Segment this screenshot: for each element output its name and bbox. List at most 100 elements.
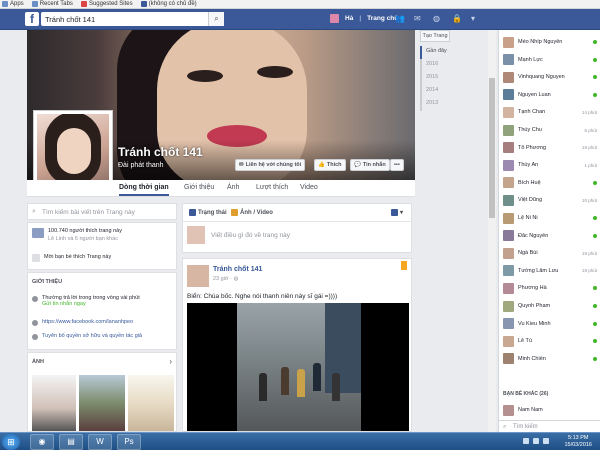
chat-contact[interactable]: Lê Tú [503, 333, 597, 349]
bookmark-recent-tabs[interactable]: Recent Tabs [31, 1, 73, 7]
bookmark-apps[interactable]: Apps [2, 1, 24, 7]
chat-contact[interactable]: Minh Chiến [503, 351, 597, 367]
lock-icon[interactable]: 🔒 [452, 14, 462, 23]
chat-contact[interactable]: Tường Lâm Lưu 19 phút [503, 263, 597, 279]
likes-summary[interactable]: 100.740 người thích trang này Lê Linh và … [32, 228, 122, 242]
like-button[interactable]: 👍 Thích [314, 159, 346, 171]
page-category[interactable]: Đài phát thanh [118, 162, 164, 169]
avatar [391, 209, 398, 216]
year-2014[interactable]: 2014 [420, 85, 482, 98]
website-link[interactable]: https://www.facebook.com/lananhpeo [42, 319, 133, 326]
chat-contact[interactable]: Tô Phương 19 phút [503, 140, 597, 156]
messages-icon[interactable]: ✉ [414, 14, 423, 23]
invite-friends[interactable]: Mời bạn bè thích Trang này [32, 254, 111, 262]
contact-us-button[interactable]: ✉ Liên hệ với chúng tôi [235, 159, 306, 171]
chevron-right-icon[interactable]: › [169, 357, 172, 366]
chrome-icon[interactable]: ◉ [30, 434, 54, 450]
bookmark-facebook[interactable]: (không có chủ đề) [140, 1, 197, 7]
globe-icon[interactable]: ◍ [433, 14, 442, 23]
search-icon[interactable]: ⌕ [208, 12, 224, 26]
tab-videos[interactable]: Video [300, 184, 318, 191]
chat-contact[interactable]: Lệ Ni Ni [503, 210, 597, 226]
info-icon [32, 334, 38, 340]
photo-thumbnail[interactable] [79, 375, 125, 431]
ownership-link[interactable]: Tuyên bố quyền sở hữu và quyền tác giả [42, 333, 142, 340]
chat-contact[interactable]: Tạnh Chan 14 phút [503, 104, 597, 120]
facebook-logo-icon[interactable]: f [25, 12, 39, 26]
chat-contact[interactable]: Quynh Pham [503, 298, 597, 314]
friend-requests-icon[interactable]: 👥 [395, 14, 405, 23]
avatar [503, 318, 514, 330]
post-author[interactable]: Tránh chốt 141 [213, 266, 262, 273]
contact-name: Đắc Nguyễn [518, 232, 549, 239]
tray-icon[interactable] [523, 438, 529, 444]
chat-contact[interactable]: Đắc Nguyễn [503, 228, 597, 244]
photo-thumbnail[interactable] [32, 375, 76, 431]
chat-contact[interactable]: Bích Huệ [503, 175, 597, 191]
tab-timeline[interactable]: Dòng thời gian [119, 184, 169, 196]
bookmark-icon[interactable] [401, 261, 407, 270]
contact-name: Tạnh Chan [518, 109, 546, 116]
chat-contact[interactable]: Nam Nam [503, 402, 597, 418]
explorer-icon[interactable]: ▤ [59, 434, 83, 450]
avatar [503, 404, 514, 416]
create-page-button[interactable]: Tạo Trang [420, 30, 450, 42]
more-button[interactable]: ••• [390, 159, 404, 171]
year-2013[interactable]: 2013 [420, 98, 482, 111]
start-button[interactable]: ⊞ [2, 434, 20, 450]
network-icon[interactable] [533, 438, 539, 444]
contact-name: Méo Nhíp Nguyễn [518, 39, 563, 45]
post-timestamp[interactable]: 23 giờ · ◍ [213, 276, 238, 282]
profile-picture[interactable] [33, 110, 113, 190]
tab-about[interactable]: Giới thiệu [184, 184, 214, 191]
chat-contact[interactable]: Mạnh Lực [503, 52, 597, 68]
year-2016[interactable]: 2016 [420, 59, 482, 72]
chat-contact[interactable]: Vinhquang Nguyen [503, 69, 597, 85]
contact-name: Việt Dũng [518, 197, 543, 204]
chat-contact[interactable]: Nguyen Luan [503, 87, 597, 103]
bookmark-suggested-sites[interactable]: Suggested Sites [80, 1, 133, 7]
contact-name: Thùy An [518, 162, 539, 169]
home-link[interactable]: Trang chủ [367, 15, 398, 22]
year-recent[interactable]: Gần đây [420, 46, 482, 59]
contact-name: Nam Nam [518, 407, 543, 413]
scrollbar-thumb[interactable] [489, 78, 495, 218]
likes-box: 100.740 người thích trang này Lê Linh và … [27, 222, 177, 270]
chat-contact[interactable]: Thủy Chu 6 phút [503, 122, 597, 138]
post-composer: Trạng thái Ảnh / Video ▾ Viết điều gì đó… [182, 203, 412, 253]
tab-likes[interactable]: Lượt thích [256, 184, 288, 191]
settings-dropdown-icon[interactable]: ▾ [471, 14, 480, 23]
post-video[interactable] [187, 303, 409, 431]
search-input[interactable]: Tránh chốt 141 ⌕ [41, 12, 224, 26]
avatar[interactable] [187, 265, 209, 287]
chat-contact[interactable]: Thùy An 1 phút [503, 157, 597, 173]
chat-contact[interactable]: Ngà Bùi 19 phút [503, 245, 597, 261]
photoshop-icon[interactable]: Ps [117, 434, 141, 450]
avatar [503, 89, 514, 101]
contact-name: Phương Hà [518, 285, 547, 292]
avatar[interactable] [330, 14, 339, 23]
photo-thumbnail[interactable] [128, 375, 174, 431]
chat-contact[interactable]: Vu Kieu Minh [503, 316, 597, 332]
status-tab[interactable]: Trạng thái [189, 209, 227, 216]
chat-contact[interactable]: Phương Hà [503, 280, 597, 296]
tab-photos[interactable]: Ảnh [227, 184, 239, 191]
clock[interactable]: 5:13 PM 15/03/2016 [564, 435, 592, 449]
page-post-search[interactable]: ⌕ Tìm kiếm bài viết trên Trang này [27, 203, 177, 220]
word-icon[interactable]: W [88, 434, 112, 450]
message-button[interactable]: 💬 Tin nhắn [350, 159, 390, 171]
chat-contact[interactable]: Việt Dũng 10 phút [503, 192, 597, 208]
profile-link[interactable]: Hà [345, 15, 353, 22]
send-message-link[interactable]: Gửi tin nhắn ngay [42, 301, 140, 307]
year-2015[interactable]: 2015 [420, 72, 482, 85]
avatar [503, 54, 514, 66]
composer-input[interactable]: Viết điều gì đó về trang này [211, 232, 290, 239]
composer-menu[interactable]: ▾ [391, 209, 403, 216]
last-active: 1 phút [584, 162, 597, 168]
volume-icon[interactable] [543, 438, 549, 444]
contact-name: Quynh Pham [518, 303, 551, 309]
contact-name: Thủy Chu [518, 127, 542, 133]
page-scrollbar[interactable] [488, 30, 496, 434]
photo-video-tab[interactable]: Ảnh / Video [231, 209, 273, 216]
chat-contact[interactable]: Méo Nhíp Nguyễn [503, 34, 597, 50]
